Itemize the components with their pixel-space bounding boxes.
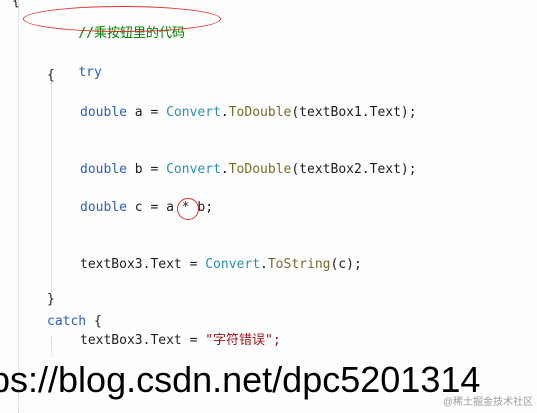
url-watermark: ps://blog.csdn.net/dpc5201314 (0, 359, 481, 400)
method-name: ToString (267, 257, 331, 272)
assign-target: textBox3.Text = (80, 333, 198, 348)
assign-target: textBox3.Text = (80, 257, 198, 272)
try-line: try (47, 49, 102, 97)
assign-op: = (150, 105, 159, 120)
credit-watermark: @稀土掘金技术社区 (442, 397, 533, 408)
assign-op: = (150, 162, 159, 177)
expr-right: b; (197, 200, 214, 215)
dot: . (260, 257, 268, 272)
method-args: (textBox2.Text); (291, 162, 417, 177)
catch-brace: { (93, 314, 102, 329)
method-args: (textBox1.Text); (291, 105, 417, 120)
var-name: a (134, 105, 143, 120)
code-line-output: textBox3.Text = Convert.ToString(c); (80, 257, 362, 273)
open-brace-line: { (47, 68, 55, 83)
dot: . (220, 162, 229, 177)
code-line-error: textBox3.Text = "字符错误"; (80, 333, 281, 349)
method-name: ToDouble (228, 162, 292, 177)
top-brace: { (12, 0, 20, 9)
code-editor[interactable]: { //乘按钮里的代码 try { double a = Convert.ToD… (0, 0, 537, 413)
method-args: (c); (330, 257, 362, 272)
type-keyword: double (80, 105, 127, 120)
close-brace-line: } (47, 292, 55, 307)
code-line-b: double b = Convert.ToDouble(textBox2.Tex… (80, 162, 417, 178)
try-keyword: try (78, 65, 102, 80)
comment-highlight-ellipse (23, 6, 221, 32)
class-name: Convert (205, 257, 261, 272)
indent-guide (18, 0, 19, 413)
indent-guide (51, 336, 52, 356)
operator-highlight-circle (177, 198, 199, 220)
class-name: Convert (166, 162, 221, 177)
string-literal: "字符错误"; (205, 333, 281, 348)
var-name: b (134, 162, 143, 177)
catch-line: catch { (47, 314, 102, 330)
class-name: Convert (166, 105, 221, 120)
expr-left: c = a (134, 200, 174, 215)
dot: . (220, 105, 229, 120)
type-keyword: double (80, 162, 127, 177)
type-keyword: double (80, 200, 127, 215)
method-name: ToDouble (228, 105, 292, 120)
catch-keyword: catch (47, 314, 87, 329)
code-line-a: double a = Convert.ToDouble(textBox1.Tex… (80, 105, 417, 121)
indent-guide (51, 82, 52, 292)
